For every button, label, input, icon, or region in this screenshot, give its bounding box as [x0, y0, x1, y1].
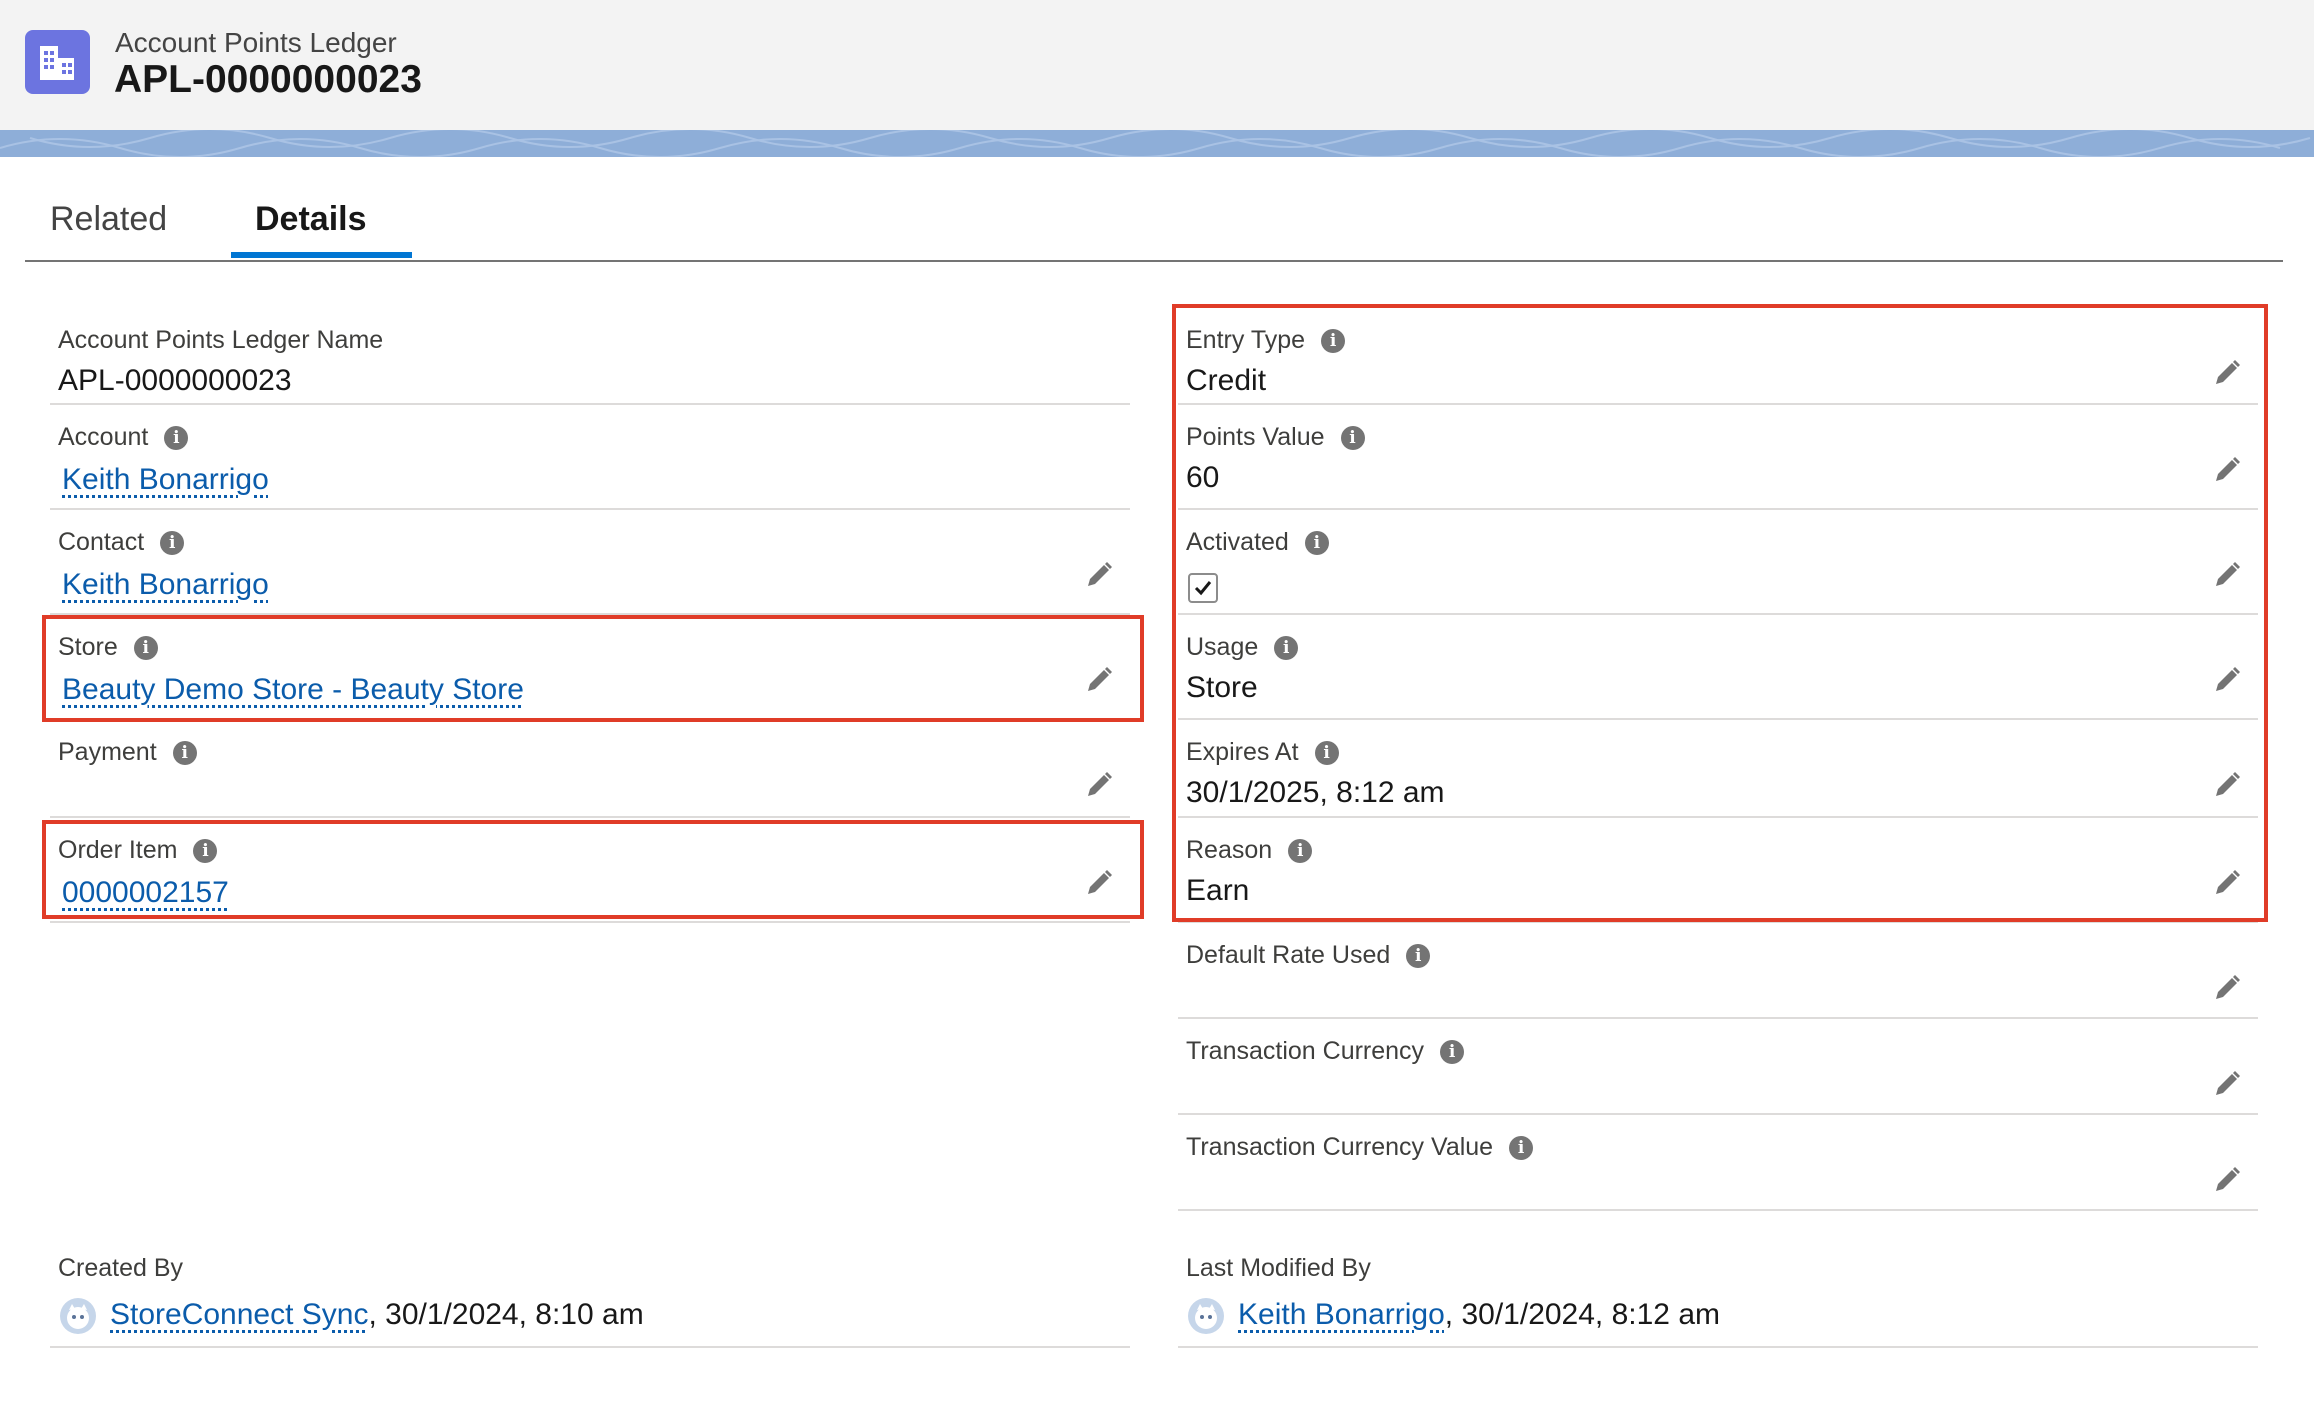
info-icon[interactable]: i	[133, 636, 158, 660]
checkmark-icon	[1194, 581, 1212, 596]
info-icon[interactable]: i	[1340, 426, 1365, 450]
pencil-icon[interactable]	[2212, 868, 2242, 898]
record-tabs: Related Details	[25, 180, 2283, 262]
info-icon[interactable]: i	[1440, 1040, 1465, 1064]
field-label: Entry Type i	[1186, 326, 1346, 355]
field-label: Usage i	[1186, 633, 1299, 662]
field-usage: Usage i Store	[1178, 615, 2258, 720]
field-label: Store i	[58, 633, 158, 662]
info-icon[interactable]: i	[1304, 531, 1329, 555]
pencil-icon[interactable]	[1084, 560, 1114, 590]
field-label: Account Points Ledger Name	[58, 326, 384, 354]
object-type-label: Account Points Ledger	[115, 27, 397, 58]
info-icon[interactable]: i	[1314, 741, 1339, 765]
field-activated: Activated i	[1178, 510, 2258, 615]
info-icon[interactable]: i	[1406, 944, 1431, 968]
info-icon[interactable]: i	[193, 839, 218, 863]
pencil-icon[interactable]	[2212, 665, 2242, 695]
field-default-rate-used: Default Rate Used i	[1178, 923, 2258, 1019]
created-by-user-link[interactable]: StoreConnect Sync	[110, 1298, 368, 1331]
account-link[interactable]: Keith Bonarrigo	[62, 463, 269, 497]
field-label: Expires At i	[1186, 738, 1339, 767]
field-account: Account i Keith Bonarrigo	[50, 405, 1130, 510]
info-icon[interactable]: i	[172, 741, 197, 765]
field-label: Transaction Currency i	[1186, 1037, 1465, 1066]
user-avatar	[60, 1298, 96, 1334]
tab-details[interactable]: Details	[255, 200, 367, 239]
field-label: Created By	[58, 1254, 184, 1282]
field-value: 30/1/2025, 8:12 am	[1186, 776, 1445, 809]
info-icon[interactable]: i	[160, 531, 185, 555]
record-header: Account Points Ledger APL-0000000023	[0, 0, 2314, 131]
pencil-icon[interactable]	[1084, 770, 1114, 800]
activated-checkbox[interactable]	[1188, 573, 1218, 603]
field-order-item: Order Item i 0000002157	[50, 818, 1130, 923]
pencil-icon[interactable]	[1084, 665, 1114, 695]
tab-related[interactable]: Related	[50, 200, 167, 239]
field-label: Transaction Currency Value i	[1186, 1133, 1534, 1162]
field-value: Credit	[1186, 364, 1267, 397]
field-label: Default Rate Used i	[1186, 941, 1431, 970]
contact-link[interactable]: Keith Bonarrigo	[62, 568, 269, 602]
pencil-icon[interactable]	[2212, 1165, 2242, 1195]
field-label: Contact i	[58, 528, 185, 557]
active-tab-indicator	[231, 252, 412, 258]
field-label: Activated i	[1186, 528, 1329, 557]
field-store: Store i Beauty Demo Store - Beauty Store	[50, 615, 1130, 720]
record-title: APL-0000000023	[114, 58, 422, 101]
field-label: Points Value i	[1186, 423, 1365, 452]
field-payment: Payment i	[50, 720, 1130, 818]
created-by-value: StoreConnect Sync, 30/1/2024, 8:10 am	[110, 1298, 644, 1332]
field-last-modified-by: Last Modified By Keith Bonarrigo, 30/1/2…	[1178, 1236, 2258, 1348]
field-created-by: Created By StoreConnect Sync, 30/1/2024,…	[50, 1236, 1130, 1348]
pencil-icon[interactable]	[2212, 560, 2242, 590]
field-label: Last Modified By	[1186, 1254, 1371, 1282]
pencil-icon[interactable]	[2212, 1069, 2242, 1099]
last-modified-by-user-link[interactable]: Keith Bonarrigo	[1238, 1298, 1445, 1331]
field-transaction-currency: Transaction Currency i	[1178, 1019, 2258, 1115]
last-modified-timestamp: , 30/1/2024, 8:12 am	[1444, 1298, 1720, 1331]
pencil-icon[interactable]	[2212, 973, 2242, 1003]
info-icon[interactable]: i	[1321, 329, 1346, 353]
pencil-icon[interactable]	[2212, 455, 2242, 485]
field-points-value: Points Value i 60	[1178, 405, 2258, 510]
pencil-icon[interactable]	[1084, 868, 1114, 898]
info-icon[interactable]: i	[1288, 839, 1313, 863]
info-icon[interactable]: i	[1509, 1136, 1534, 1160]
field-label: Account i	[58, 423, 189, 452]
field-expires-at: Expires At i 30/1/2025, 8:12 am	[1178, 720, 2258, 818]
info-icon[interactable]: i	[164, 426, 189, 450]
field-label: Reason i	[1186, 836, 1313, 865]
field-transaction-currency-value: Transaction Currency Value i	[1178, 1115, 2258, 1211]
field-value: APL-0000000023	[58, 364, 292, 397]
field-reason: Reason i Earn	[1178, 818, 2258, 923]
field-value: 60	[1186, 461, 1220, 494]
field-entry-type: Entry Type i Credit	[1178, 308, 2258, 405]
field-contact: Contact i Keith Bonarrigo	[50, 510, 1130, 615]
header-banner	[0, 128, 2314, 158]
user-avatar	[1188, 1298, 1224, 1334]
field-label: Order Item i	[58, 836, 218, 865]
building-icon	[25, 30, 90, 94]
field-value: Earn	[1186, 874, 1250, 907]
pencil-icon[interactable]	[2212, 358, 2242, 388]
created-timestamp: , 30/1/2024, 8:10 am	[368, 1298, 644, 1331]
field-value: Store	[1186, 671, 1258, 704]
info-icon[interactable]: i	[1274, 636, 1299, 660]
pencil-icon[interactable]	[2212, 770, 2242, 800]
store-link[interactable]: Beauty Demo Store - Beauty Store	[62, 673, 524, 707]
order-item-link[interactable]: 0000002157	[62, 876, 229, 910]
field-label: Payment i	[58, 738, 197, 767]
last-modified-by-value: Keith Bonarrigo, 30/1/2024, 8:12 am	[1238, 1298, 1720, 1332]
field-account-points-ledger-name: Account Points Ledger Name APL-000000002…	[50, 308, 1130, 405]
